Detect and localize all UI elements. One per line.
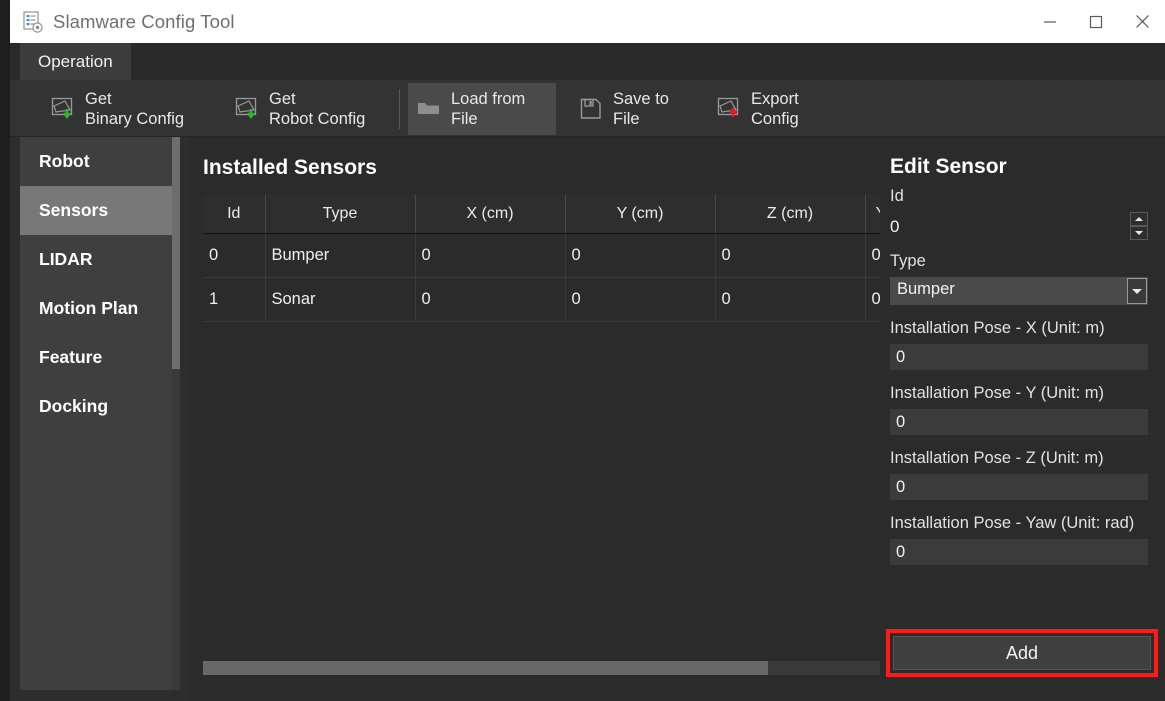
get-binary-config-label: Get Binary Config (85, 90, 185, 128)
cell-x: 0 (415, 233, 566, 278)
close-button[interactable] (1119, 0, 1165, 43)
tab-strip: Operation (10, 43, 1165, 80)
toolbar: Get Binary Config Get Robot Config Load … (10, 80, 1165, 137)
cell-y: 0 (565, 277, 716, 322)
floppy-save-icon (578, 96, 604, 122)
import-robot-icon (234, 96, 260, 122)
id-stepper-buttons (1130, 212, 1148, 242)
sidebar-item-lidar-label: LIDAR (39, 249, 93, 269)
table-header-row: Id Type X (cm) Y (cm) Z (cm) Y (203, 195, 898, 234)
window-title: Slamware Config Tool (53, 10, 235, 32)
sidebar-item-feature[interactable]: Feature (20, 333, 180, 382)
import-binary-icon (50, 96, 76, 122)
column-header-x[interactable]: X (cm) (415, 195, 566, 234)
get-robot-config-button[interactable]: Get Robot Config (226, 83, 396, 135)
chevron-down-icon[interactable] (1127, 278, 1147, 304)
pose-x-label: Installation Pose - X (Unit: m) (890, 319, 1105, 337)
cell-id: 0 (203, 233, 266, 278)
pose-z-label: Installation Pose - Z (Unit: m) (890, 449, 1104, 467)
page-title: Installed Sensors (203, 156, 377, 179)
sidebar-item-sensors[interactable]: Sensors (20, 186, 180, 235)
cell-y: 0 (565, 233, 716, 278)
sidebar-scrollbar[interactable] (172, 137, 180, 690)
cell-type: Sonar (265, 277, 416, 322)
installed-sensors-table: Id Type X (cm) Y (cm) Z (cm) Y 0 Bumper … (203, 195, 898, 322)
pose-z-input[interactable] (890, 474, 1148, 500)
sidebar-item-motion-plan[interactable]: Motion Plan (20, 284, 180, 333)
minimize-button[interactable] (1027, 0, 1073, 43)
sidebar-item-docking-label: Docking (39, 396, 109, 416)
tab-operation[interactable]: Operation (20, 43, 131, 80)
save-to-file-button[interactable]: Save to File (570, 83, 700, 135)
sidebar-item-robot-label: Robot (39, 151, 90, 171)
id-stepper[interactable] (890, 212, 1148, 242)
sidebar-item-motion-plan-label: Motion Plan (39, 298, 139, 318)
cell-id: 1 (203, 277, 266, 322)
get-robot-config-label: Get Robot Config (269, 90, 366, 128)
add-button-highlight: Add (886, 629, 1158, 677)
cell-x: 0 (415, 277, 566, 322)
application-window: Slamware Config Tool Operation Get Binar… (10, 0, 1165, 701)
id-input[interactable] (890, 212, 1122, 242)
stepper-down-button[interactable] (1130, 226, 1148, 240)
title-bar: Slamware Config Tool (10, 0, 1165, 43)
pose-yaw-label: Installation Pose - Yaw (Unit: rad) (890, 514, 1135, 532)
toolbar-separator (399, 89, 400, 129)
get-binary-config-button[interactable]: Get Binary Config (42, 83, 212, 135)
sidebar: Robot Sensors LIDAR Motion Plan Feature … (20, 137, 180, 690)
sidebar-item-sensors-label: Sensors (39, 200, 109, 220)
load-from-file-label: Load from File (451, 90, 526, 128)
type-combobox-value: Bumper (897, 280, 955, 298)
config-document-icon (23, 10, 43, 33)
pose-y-input[interactable] (890, 409, 1148, 435)
maximize-button[interactable] (1073, 0, 1119, 43)
main-content: Installed Sensors Id Type X (cm) Y (cm) … (190, 137, 898, 701)
add-button[interactable]: Add (893, 636, 1151, 670)
sidebar-item-robot[interactable]: Robot (20, 137, 180, 186)
load-from-file-button[interactable]: Load from File (408, 83, 556, 135)
column-header-type[interactable]: Type (265, 195, 416, 234)
pose-x-input[interactable] (890, 344, 1148, 370)
id-label: Id (890, 187, 904, 205)
export-config-label: Export Config (751, 90, 799, 128)
sidebar-item-feature-label: Feature (39, 347, 103, 367)
edit-sensor-panel: Edit Sensor Id Type Bumper Installation … (880, 137, 1165, 701)
sidebar-item-docking[interactable]: Docking (20, 382, 180, 431)
type-label: Type (890, 252, 926, 270)
export-config-icon (716, 96, 742, 122)
cell-type: Bumper (265, 233, 416, 278)
column-header-id[interactable]: Id (203, 195, 266, 234)
sidebar-item-lidar[interactable]: LIDAR (20, 235, 180, 284)
folder-open-icon (416, 96, 442, 122)
column-header-z[interactable]: Z (cm) (715, 195, 866, 234)
cell-z: 0 (715, 277, 866, 322)
column-header-y[interactable]: Y (cm) (565, 195, 716, 234)
table-row[interactable]: 1 Sonar 0 0 0 0 (203, 277, 898, 322)
add-button-label: Add (1005, 642, 1039, 663)
pose-y-label: Installation Pose - Y (Unit: m) (890, 384, 1104, 402)
table-row[interactable]: 0 Bumper 0 0 0 0 (203, 233, 898, 278)
save-to-file-label: Save to File (613, 90, 669, 128)
pose-yaw-input[interactable] (890, 539, 1148, 565)
stepper-up-button[interactable] (1130, 212, 1148, 226)
table-horizontal-scrollbar[interactable] (203, 661, 880, 675)
export-config-button[interactable]: Export Config (708, 83, 848, 135)
window-controls (1027, 0, 1165, 43)
cell-z: 0 (715, 233, 866, 278)
edit-sensor-title: Edit Sensor (890, 155, 1007, 178)
tab-operation-label: Operation (38, 51, 113, 71)
table-horizontal-scrollbar-thumb[interactable] (203, 661, 768, 675)
sidebar-scrollbar-thumb[interactable] (172, 137, 180, 369)
type-combobox[interactable]: Bumper (890, 277, 1148, 305)
